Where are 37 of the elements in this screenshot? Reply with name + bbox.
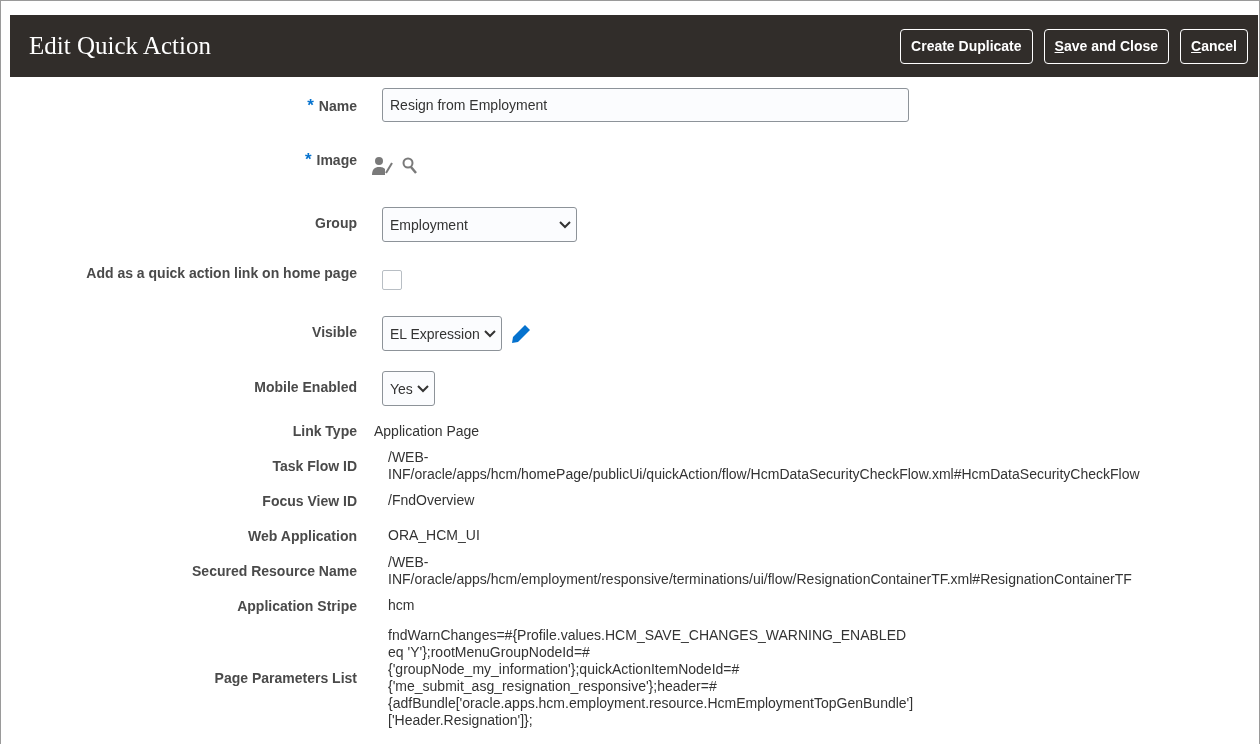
search-icon[interactable] — [402, 157, 418, 175]
field-label: Add as a quick action link on home page — [86, 265, 357, 281]
field-label: Application Stripe — [237, 597, 357, 614]
required-asterisk: * — [307, 96, 314, 116]
field-label: Visible — [312, 324, 357, 340]
field-value: Application Page — [374, 422, 480, 440]
chevron-down-icon — [416, 384, 429, 393]
header-button[interactable]: Save and Close — [1043, 28, 1170, 64]
chevron-down-icon — [559, 220, 571, 229]
field-label: Mobile Enabled — [254, 379, 357, 395]
name-input[interactable]: Resign from Employment — [382, 88, 909, 122]
field-label: Task Flow ID — [272, 457, 357, 474]
page-title: Edit Quick Action — [29, 32, 211, 60]
field-label: Group — [315, 215, 357, 231]
field-value: hcm — [388, 597, 415, 614]
field-label: Name — [318, 98, 357, 114]
field-value: /WEB-INF/oracle/apps/hcm/employment/responsive/terminations/ui/flow/ResignationContainerTF.xml#ResignationContainerTF — [388, 553, 1133, 588]
field-value: /FndOverview — [388, 492, 475, 509]
select-field[interactable]: EL Expression — [382, 316, 502, 351]
person-edit-icon[interactable] — [372, 156, 394, 176]
chevron-down-icon — [483, 329, 496, 338]
header-button[interactable]: Create Duplicate — [900, 28, 1033, 64]
pencil-icon[interactable] — [509, 322, 532, 345]
field-value: /WEB-INF/oracle/apps/hcm/homePage/publicUi/quickAction/flow/HcmDataSecurityCheckFlow.xml#HcmDataSecurityCheckFlow — [388, 448, 1141, 483]
field-label: Focus View ID — [262, 492, 357, 509]
field-value: ORA_HCM_UI — [388, 527, 480, 544]
field-label: Page Parameters List — [214, 670, 357, 686]
field-value: fndWarnChanges=#{Profile.values.HCM_SAVE_CHANGES_WARNING_ENABLED eq 'Y'};rootMenuGroupNodeId=#{'groupNode_my_information'};quickActionItemNodeId=#{'me_submit_asg_resignation_responsive'};header=#{adfBundle['oracle.apps.hcm.employment.resource.HcmEmploymentTopGenBundle']['Header.Resignation']}; — [388, 627, 913, 729]
select-field[interactable]: Yes — [382, 371, 435, 406]
select-field[interactable]: Employment — [382, 207, 577, 242]
required-asterisk: * — [304, 150, 312, 170]
checkbox[interactable] — [382, 270, 402, 290]
header-button[interactable]: Cancel — [1180, 28, 1248, 64]
field-label: Secured Resource Name — [192, 562, 357, 579]
field-label: Web Application — [248, 527, 357, 544]
field-label: Link Type — [292, 423, 357, 439]
field-label: Image — [316, 152, 357, 168]
